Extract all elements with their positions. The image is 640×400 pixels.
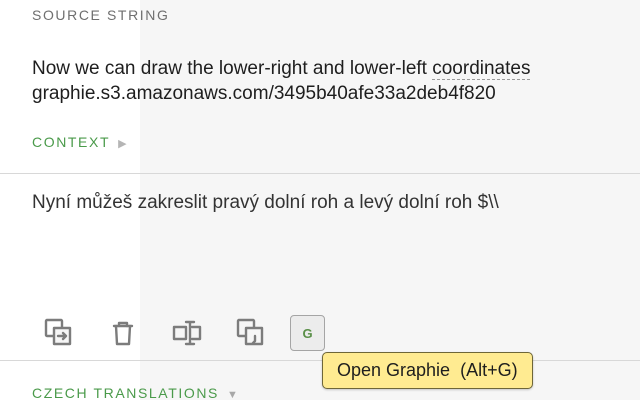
text-cursor-icon (172, 320, 202, 346)
divider (0, 360, 640, 361)
source-string-label: SOURCE STRING (32, 7, 170, 23)
context-label: CONTEXT (32, 134, 111, 150)
czech-translations-toggle[interactable]: CZECH TRANSLATIONS ▼ (32, 385, 238, 400)
graphie-tooltip: Open Graphie (Alt+G) (322, 352, 533, 389)
trash-icon (112, 321, 134, 346)
czech-caret-icon: ▼ (226, 389, 238, 400)
cursor-button[interactable] (168, 314, 206, 352)
source-line2: graphie.s3.amazonaws.com/3495b40afe33a2d… (32, 82, 496, 104)
paste-button[interactable] (232, 314, 270, 352)
delete-button[interactable] (104, 314, 142, 352)
source-line1: Now we can draw the lower-right and lowe… (32, 58, 433, 79)
copy-source-icon (44, 318, 72, 346)
copy-source-button[interactable] (40, 314, 78, 352)
source-string-text: Now we can draw the lower-right and lowe… (32, 57, 640, 106)
open-graphie-button[interactable]: G (290, 315, 325, 351)
paste-icon (236, 318, 264, 346)
source-glossary-term[interactable]: coordinates (432, 58, 531, 80)
context-toggle[interactable]: CONTEXT ▶ (32, 134, 127, 150)
czech-translations-label: CZECH TRANSLATIONS (32, 385, 219, 400)
context-caret-icon: ▶ (118, 138, 127, 150)
divider (0, 173, 640, 174)
translation-input[interactable]: Nyní můžeš zakreslit pravý dolní roh a l… (32, 192, 499, 214)
